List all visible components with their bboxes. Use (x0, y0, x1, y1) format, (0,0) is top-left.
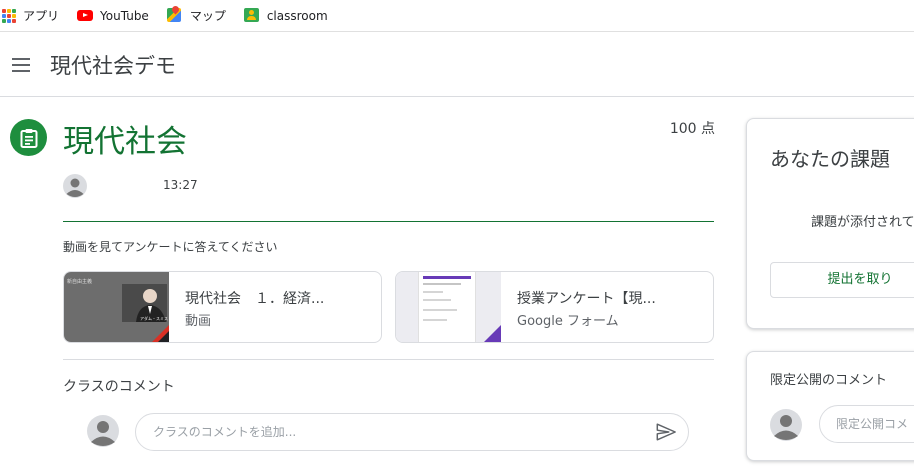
app-bar: 現代社会デモ (0, 33, 914, 97)
bookmark-label: YouTube (100, 8, 149, 23)
user-avatar (87, 415, 119, 447)
form-corner-icon (484, 325, 501, 342)
assignment-main: 現代社会 100 点 13:27 動画を見てアンケートに答えてください 新自由主… (0, 98, 740, 467)
bookmark-youtube[interactable]: YouTube (77, 8, 149, 24)
unsubmit-button[interactable]: 提出を取り (770, 262, 914, 298)
private-comments-card: 限定公開のコメント (746, 351, 914, 461)
class-title[interactable]: 現代社会デモ (50, 50, 176, 80)
bookmark-apps[interactable]: アプリ (2, 7, 60, 24)
attachment-form[interactable]: 授業アンケート【現... Google フォーム (395, 271, 714, 343)
post-time: 13:27 (163, 178, 198, 192)
class-comment-input[interactable] (135, 413, 689, 451)
thumbnail-caption: 新自由主義 (67, 279, 93, 285)
class-comments-label: クラスのコメント (63, 379, 175, 395)
bookmark-classroom[interactable]: classroom (243, 7, 328, 24)
assignment-icon (10, 119, 47, 156)
youtube-icon (77, 10, 94, 21)
instructions-text: 動画を見てアンケートに答えてください (63, 240, 278, 254)
bookmark-label: マップ (189, 9, 226, 23)
video-corner-icon (152, 325, 169, 342)
attachment-type: 動画 (185, 314, 212, 329)
menu-icon[interactable] (9, 53, 33, 77)
your-work-note: 課題が添付されて (811, 215, 914, 230)
video-thumbnail: 新自由主義 アダム・スミス (64, 272, 169, 342)
bookmark-label: アプリ (23, 9, 60, 23)
attachment-type: Google フォーム (517, 314, 619, 329)
assignment-title: 現代社会 (63, 124, 187, 160)
header-divider (63, 221, 714, 222)
thumbnail-caption-2: アダム・スミス (140, 316, 168, 321)
private-comment-input[interactable] (819, 405, 914, 443)
points-label: 100 点 (669, 121, 715, 137)
user-avatar (770, 409, 802, 441)
your-work-title: あなたの課題 (770, 147, 890, 171)
private-comments-title: 限定公開のコメント (770, 373, 888, 388)
attachment-title: 授業アンケート【現... (517, 291, 656, 307)
attachment-video[interactable]: 新自由主義 アダム・スミス 現代社会 １．経済... 動画 (63, 271, 382, 343)
author-avatar (63, 174, 87, 198)
send-icon[interactable] (655, 421, 677, 443)
comments-divider (63, 359, 714, 360)
form-thumbnail (396, 272, 501, 342)
bookmark-maps[interactable]: マップ (166, 7, 226, 24)
classroom-icon (243, 7, 259, 22)
bookmarks-bar: アプリ YouTube マップ classroom (0, 0, 914, 32)
apps-grid-icon (2, 8, 16, 23)
attachment-title: 現代社会 １．経済... (185, 291, 325, 307)
bookmark-label: classroom (266, 8, 328, 23)
maps-icon (166, 7, 181, 22)
your-work-card: あなたの課題 課題が添付されて 提出を取り (746, 118, 914, 329)
